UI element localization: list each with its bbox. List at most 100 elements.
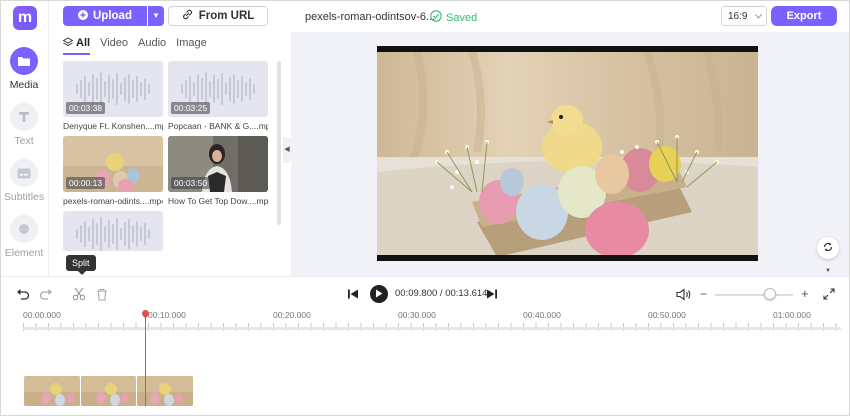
from-url-label: From URL — [198, 10, 255, 22]
media-item-video[interactable]: 00:00:13 pexels-roman-odints....mp4 — [63, 136, 163, 206]
video-thumbnail: 00:00:13 — [63, 136, 163, 192]
play-icon — [375, 287, 383, 301]
media-tabs: All Video Audio Image — [62, 35, 207, 55]
audio-thumbnail — [63, 211, 163, 251]
media-duration: 00:03:38 — [66, 102, 106, 114]
folder-icon — [10, 47, 38, 75]
timeline-ruler[interactable]: 00:00.000 00:10.000 00:20.000 00:30.000 … — [1, 310, 849, 331]
split-tooltip: Split — [66, 255, 96, 275]
upload-dropdown-button[interactable]: ▼ — [148, 6, 164, 26]
play-button[interactable] — [370, 285, 388, 303]
media-duration: 00:00:13 — [66, 177, 106, 189]
reset-view-button[interactable] — [817, 237, 839, 259]
current-time: 00:09.800 — [395, 288, 438, 299]
zoom-slider-thumb[interactable] — [764, 288, 776, 300]
link-icon — [182, 9, 193, 23]
chevron-down-icon — [755, 11, 762, 22]
easter-eggs-video-frame — [377, 52, 758, 255]
from-url-button[interactable]: From URL — [168, 6, 268, 26]
refresh-icon — [822, 241, 834, 256]
playback-time: 00:09.800 / 00:13.614 — [395, 288, 487, 299]
media-filename: How To Get Top Dow....mp4 — [168, 196, 268, 206]
zoom-out-button[interactable]: − — [700, 287, 707, 301]
trash-icon[interactable] — [94, 286, 110, 302]
media-item-audio[interactable]: 00:03:25 Popcaan - BANK & G....mp3 — [168, 61, 268, 131]
redo-icon[interactable] — [38, 286, 54, 302]
video-thumbnail: 00:03:50 — [168, 136, 268, 192]
saved-label: Saved — [446, 11, 478, 24]
chevron-down-icon: ▼ — [152, 11, 160, 20]
audio-thumbnail: 00:03:25 — [168, 61, 268, 117]
media-item-audio[interactable] — [63, 211, 163, 251]
caret-down-icon[interactable]: ▼ — [825, 268, 831, 274]
video-track[interactable] — [24, 376, 194, 406]
nav-subtitles-label: Subtitles — [3, 191, 45, 203]
media-panel-scrollbar[interactable] — [277, 61, 281, 225]
app-logo[interactable]: m — [13, 6, 37, 30]
tab-video[interactable]: Video — [100, 35, 128, 51]
left-nav: m Media Text Subtitles Element — [1, 1, 49, 276]
tab-audio[interactable]: Audio — [138, 35, 166, 51]
skip-back-icon[interactable] — [345, 286, 361, 302]
scissors-icon[interactable] — [71, 286, 87, 302]
media-item-audio[interactable]: 00:03:38 Denyque Ft. Konshen....mp3 — [63, 61, 163, 131]
ruler-label: 00:00.000 — [23, 310, 61, 320]
ruler-label: 01:00.000 — [773, 310, 811, 320]
subtitles-icon — [10, 159, 38, 187]
ruler-label: 00:10.000 — [148, 310, 186, 320]
zoom-in-button[interactable]: + — [801, 286, 809, 301]
video-clip-frame[interactable] — [24, 376, 80, 406]
nav-text-label: Text — [14, 135, 34, 147]
time-separator: / — [439, 288, 443, 299]
video-clip-frame[interactable] — [80, 376, 137, 406]
nav-element[interactable]: Element — [1, 215, 47, 259]
upload-label: Upload — [93, 10, 132, 22]
project-name[interactable]: pexels-roman-odintsov-6... — [305, 11, 435, 23]
aspect-ratio-value: 16:9 — [728, 10, 748, 22]
nav-text[interactable]: Text — [1, 103, 47, 147]
tab-all[interactable]: All — [62, 35, 91, 55]
media-filename: pexels-roman-odints....mp4 — [63, 196, 163, 206]
media-item-video[interactable]: 00:03:50 How To Get Top Dow....mp4 — [168, 136, 268, 206]
ruler-label: 00:50.000 — [648, 310, 686, 320]
nav-subtitles[interactable]: Subtitles — [1, 159, 47, 203]
saved-status: Saved — [430, 10, 477, 25]
fit-timeline-icon[interactable] — [821, 286, 837, 302]
collapse-panel-handle[interactable]: ◀ — [283, 137, 291, 163]
media-panel: Upload ▼ From URL All Video Audio Image — [49, 1, 283, 276]
media-filename: Denyque Ft. Konshen....mp3 — [63, 121, 163, 131]
text-icon — [10, 103, 38, 131]
playhead[interactable] — [145, 311, 146, 406]
nav-media-label: Media — [9, 79, 39, 91]
tab-all-label: All — [76, 37, 91, 49]
element-icon — [10, 215, 38, 243]
ruler-label: 00:30.000 — [398, 310, 436, 320]
app-window: m Media Text Subtitles Element Upload ▼ … — [0, 0, 850, 416]
preview-area: ▼ — [291, 32, 849, 276]
media-duration: 00:03:50 — [171, 177, 211, 189]
timeline-toolbar: 00:09.800 / 00:13.614 − + — [1, 276, 849, 310]
upload-button[interactable]: Upload — [63, 6, 147, 26]
media-duration: 00:03:25 — [171, 102, 211, 114]
layers-icon — [62, 36, 74, 50]
skip-forward-icon[interactable] — [484, 286, 500, 302]
media-filename: Popcaan - BANK & G....mp3 — [168, 121, 268, 131]
zoom-slider-track[interactable] — [715, 294, 793, 296]
clip-frame-image — [80, 376, 137, 406]
export-button[interactable]: Export — [771, 6, 837, 26]
chevron-left-icon: ◀ — [284, 146, 290, 153]
nav-media[interactable]: Media — [1, 47, 47, 91]
waveform-icon — [73, 217, 153, 251]
tab-image[interactable]: Image — [176, 35, 207, 51]
audio-thumbnail: 00:03:38 — [63, 61, 163, 117]
video-preview[interactable] — [377, 46, 758, 261]
undo-icon[interactable] — [15, 286, 31, 302]
total-time: 00:13.614 — [445, 288, 488, 299]
ruler-label: 00:20.000 — [273, 310, 311, 320]
volume-icon[interactable] — [675, 286, 691, 302]
check-circle-icon — [430, 10, 442, 25]
ruler-label: 00:40.000 — [523, 310, 561, 320]
clip-frame-image — [24, 376, 80, 406]
aspect-ratio-select[interactable]: 16:9 — [721, 6, 767, 26]
nav-element-label: Element — [4, 247, 44, 259]
